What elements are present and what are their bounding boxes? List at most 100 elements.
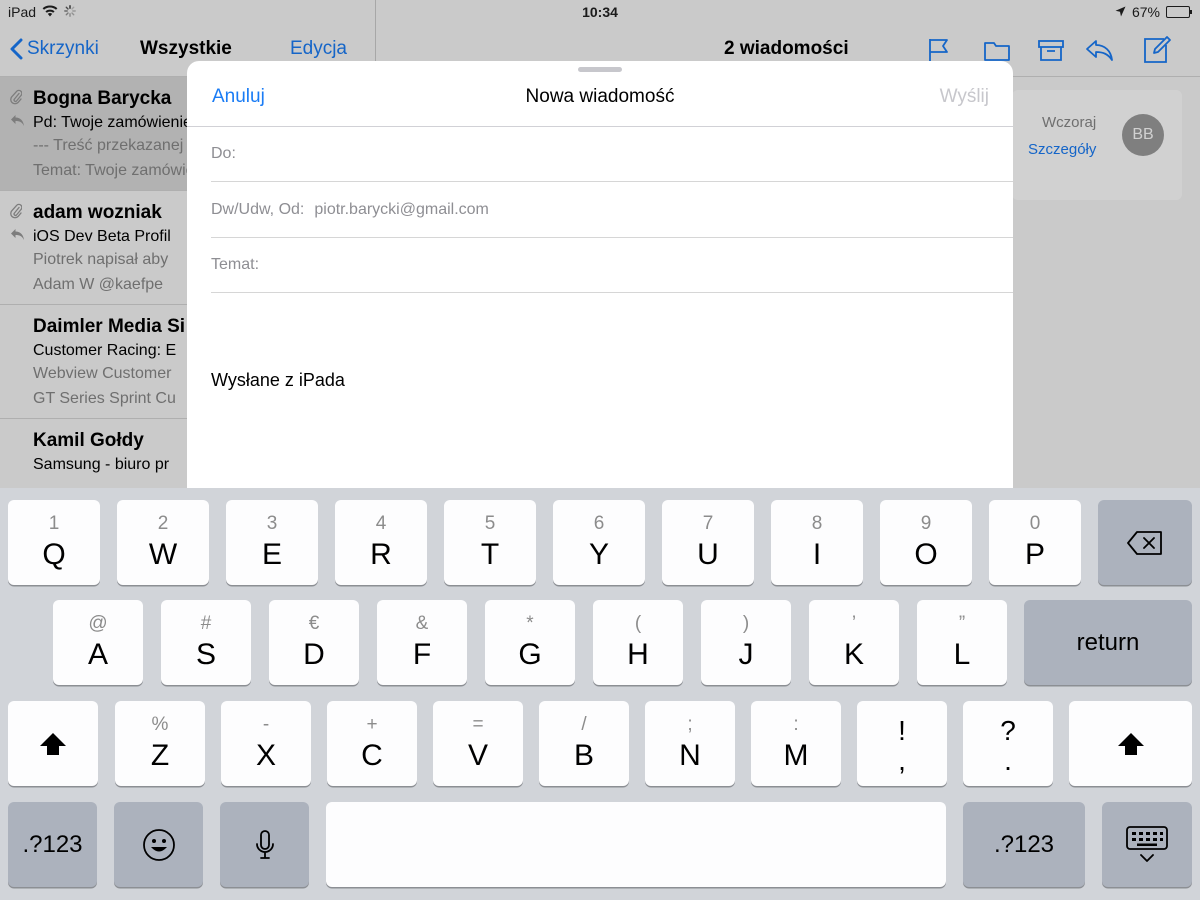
- key-z[interactable]: % Z: [115, 701, 205, 786]
- key-label: .: [1004, 745, 1012, 776]
- key-alt-label: ): [742, 613, 750, 634]
- key-alt-label: €: [308, 613, 320, 634]
- numbers-label: .?123: [22, 830, 83, 858]
- microphone-icon: [220, 802, 309, 887]
- key-label: B: [573, 739, 594, 772]
- cancel-button[interactable]: Anuluj: [212, 86, 265, 108]
- cc-from-field[interactable]: Dw/Udw, Od: piotr.barycki@gmail.com: [211, 182, 1013, 238]
- shift-icon: [8, 701, 98, 786]
- subject-label: Temat:: [211, 255, 260, 273]
- key-n[interactable]: ; N: [645, 701, 735, 786]
- key-w[interactable]: 2W: [117, 500, 209, 585]
- emoji-icon: [114, 802, 203, 887]
- key-alt-label: (: [634, 613, 642, 634]
- key-label: X: [255, 739, 276, 772]
- return-label: return: [1076, 628, 1140, 656]
- key-x[interactable]: -X: [221, 701, 311, 786]
- shift-icon: [1069, 701, 1192, 786]
- key-question-period[interactable]: ?.: [963, 701, 1053, 786]
- delete-key[interactable]: [1098, 500, 1192, 585]
- message-body-signature[interactable]: Wysłane z iPada: [211, 370, 345, 391]
- numbers-key-right[interactable]: .?123: [963, 802, 1085, 887]
- key-alt-label: 6: [593, 513, 605, 534]
- key-label: A: [87, 638, 108, 671]
- key-alt-label: 0: [1029, 513, 1041, 534]
- key-p[interactable]: 0P: [989, 500, 1081, 585]
- key-alt-label: -: [262, 714, 270, 735]
- key-label: R: [370, 538, 392, 571]
- key-alt-label: =: [472, 714, 484, 735]
- key-label: Q: [42, 538, 66, 571]
- key-c[interactable]: + C: [327, 701, 417, 786]
- cc-from-label: Dw/Udw, Od:: [211, 200, 305, 218]
- key-alt-label: +: [366, 714, 378, 735]
- key-e[interactable]: 3E: [226, 500, 318, 585]
- key-r[interactable]: 4R: [335, 500, 427, 585]
- key-label: E: [261, 538, 282, 571]
- key-label: N: [679, 739, 701, 772]
- key-s[interactable]: # S: [161, 600, 251, 685]
- dictation-key[interactable]: [220, 802, 309, 887]
- key-h[interactable]: (H: [593, 600, 683, 685]
- key-label: J: [738, 638, 754, 671]
- keyboard-dismiss-key[interactable]: [1102, 802, 1192, 887]
- subject-field[interactable]: Temat:: [211, 237, 1013, 293]
- key-alt-label: *: [526, 613, 534, 634]
- key-label: T: [480, 538, 500, 571]
- to-label: Do:: [211, 144, 236, 162]
- key-label: G: [518, 638, 542, 671]
- key-label: I: [812, 538, 822, 571]
- key-alt-label: 9: [920, 513, 932, 534]
- key-q[interactable]: 1Q: [8, 500, 100, 585]
- shift-key-right[interactable]: [1069, 701, 1192, 786]
- key-k[interactable]: ’ K: [809, 600, 899, 685]
- key-alt-label: 2: [157, 513, 169, 534]
- key-label: S: [195, 638, 216, 671]
- key-label: !: [898, 715, 906, 746]
- key-alt-label: 4: [375, 513, 387, 534]
- key-alt-label: /: [581, 714, 587, 735]
- key-u[interactable]: 7U: [662, 500, 754, 585]
- key-f[interactable]: & F: [377, 600, 467, 685]
- key-alt-label: 5: [484, 513, 496, 534]
- key-g[interactable]: * G: [485, 600, 575, 685]
- return-key[interactable]: return: [1024, 600, 1192, 685]
- key-label: ?: [1000, 715, 1016, 746]
- key-alt-label: 3: [266, 513, 278, 534]
- shift-key-left[interactable]: [8, 701, 98, 786]
- key-alt-label: &: [415, 613, 429, 634]
- key-label: O: [914, 538, 938, 571]
- from-address[interactable]: piotr.barycki@gmail.com: [314, 201, 489, 219]
- key-label: F: [412, 638, 432, 671]
- key-b[interactable]: / B: [539, 701, 629, 786]
- to-field[interactable]: Do:: [211, 126, 1013, 182]
- key-m[interactable]: :M: [751, 701, 841, 786]
- key-a[interactable]: @ A: [53, 600, 143, 685]
- keyboard-dismiss-icon: [1102, 802, 1192, 887]
- key-j[interactable]: ) J: [701, 600, 791, 685]
- key-i[interactable]: 8I: [771, 500, 863, 585]
- key-alt-label: ”: [958, 613, 966, 634]
- space-bar[interactable]: [326, 802, 946, 887]
- key-alt-label: ’: [851, 613, 857, 634]
- key-label: ,: [898, 745, 906, 776]
- backspace-icon: [1098, 500, 1192, 585]
- send-button[interactable]: Wyślij: [940, 86, 989, 108]
- key-l[interactable]: ” L: [917, 600, 1007, 685]
- to-input[interactable]: [246, 139, 1013, 169]
- key-label: P: [1024, 538, 1045, 571]
- subject-input[interactable]: [269, 250, 1013, 280]
- key-label: D: [303, 638, 325, 671]
- key-o[interactable]: 9O: [880, 500, 972, 585]
- key-alt-label: ;: [687, 714, 693, 735]
- key-alt-label: @: [88, 613, 108, 634]
- key-d[interactable]: € D: [269, 600, 359, 685]
- numbers-key-left[interactable]: .?123: [8, 802, 97, 887]
- key-v[interactable]: = V: [433, 701, 523, 786]
- key-t[interactable]: 5T: [444, 500, 536, 585]
- key-exclamation-comma[interactable]: !,: [857, 701, 947, 786]
- key-alt-label: 1: [48, 513, 60, 534]
- emoji-key[interactable]: [114, 802, 203, 887]
- key-label: L: [953, 638, 971, 671]
- key-y[interactable]: 6Y: [553, 500, 645, 585]
